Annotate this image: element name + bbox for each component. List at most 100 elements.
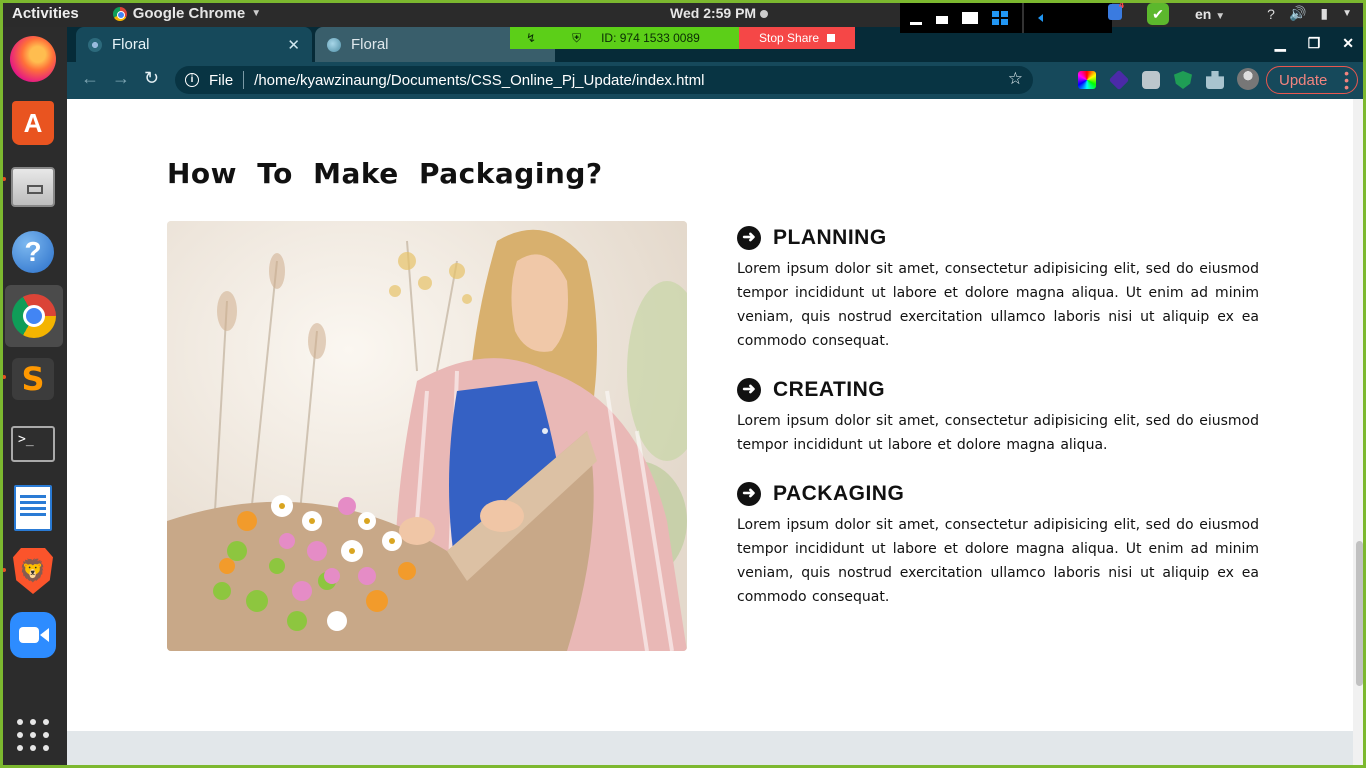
purple-extension-icon[interactable] bbox=[1108, 69, 1130, 91]
tab-floral-active[interactable]: Floral ✕ bbox=[76, 27, 312, 62]
show-applications-button[interactable] bbox=[9, 711, 57, 759]
language-indicator[interactable]: en ▼ bbox=[1195, 6, 1225, 22]
step-creating: ➜ CREATING Lorem ipsum dolor sit amet, c… bbox=[737, 377, 1259, 457]
page-viewport: How To Make Packaging? ➜ PLANNING Lorem … bbox=[67, 99, 1366, 768]
browser-window: Floral ✕ Floral ▁ ❐ ✕ ← → ↻ i File /home… bbox=[67, 27, 1366, 768]
restore-window-icon[interactable]: ❐ bbox=[1308, 35, 1321, 52]
dock-software-store[interactable]: A bbox=[9, 99, 57, 147]
bookmark-star-icon[interactable]: ☆ bbox=[1008, 69, 1023, 89]
dock-chrome[interactable] bbox=[5, 285, 63, 347]
dock-zoom[interactable] bbox=[9, 611, 57, 659]
firefox-icon bbox=[10, 36, 56, 82]
scrollbar-thumb[interactable] bbox=[1356, 541, 1363, 686]
arrow-right-circle-icon: ➜ bbox=[737, 482, 761, 506]
close-tab-icon[interactable]: ✕ bbox=[287, 36, 300, 54]
chrome-small-icon bbox=[112, 6, 127, 21]
small-view-icon[interactable] bbox=[936, 16, 948, 24]
dock-writer[interactable] bbox=[9, 484, 57, 532]
page-favicon-icon bbox=[327, 37, 341, 52]
grid-view-icon[interactable] bbox=[992, 11, 1008, 25]
software-store-icon: A bbox=[12, 101, 54, 145]
screen-share-bar: ↯ ⛨ ID: 974 1533 0089 Stop Share bbox=[510, 27, 855, 49]
menu-kebab-icon: • • • bbox=[1344, 65, 1349, 95]
stop-share-button[interactable]: Stop Share bbox=[739, 27, 855, 49]
address-scheme: File bbox=[209, 71, 234, 89]
minimize-view-icon[interactable] bbox=[910, 21, 922, 25]
volume-icon[interactable]: 🔊 bbox=[1289, 5, 1306, 22]
check-icon[interactable]: ✔ bbox=[1147, 2, 1169, 25]
arrow-right-circle-icon: ➜ bbox=[737, 226, 761, 250]
step-description: Lorem ipsum dolor sit amet, consectetur … bbox=[737, 517, 1259, 605]
app-menu[interactable]: Google Chrome ▼ bbox=[112, 5, 262, 22]
extensions-puzzle-icon[interactable] bbox=[1206, 71, 1224, 89]
footer-section bbox=[67, 731, 1353, 768]
close-window-icon[interactable]: ✕ bbox=[1342, 35, 1354, 52]
step-description: Lorem ipsum dolor sit amet, consectetur … bbox=[737, 413, 1259, 453]
address-path: /home/kyawzinaung/Documents/CSS_Online_P… bbox=[254, 71, 705, 89]
step-heading: ➜ CREATING bbox=[737, 377, 1259, 403]
page-favicon-icon bbox=[88, 37, 102, 52]
dock-brave[interactable]: 🦁 bbox=[9, 547, 57, 595]
tab-title: Floral bbox=[112, 36, 150, 53]
minimize-window-icon[interactable]: ▁ bbox=[1275, 35, 1286, 52]
dock-firefox[interactable] bbox=[9, 35, 57, 83]
running-indicator bbox=[2, 375, 6, 379]
step-heading: ➜ PACKAGING bbox=[737, 481, 1259, 507]
camera-extension-icon[interactable] bbox=[1142, 71, 1160, 89]
writer-icon bbox=[14, 485, 52, 531]
chrome-icon bbox=[12, 294, 56, 338]
running-indicator bbox=[2, 177, 6, 181]
step-packaging: ➜ PACKAGING Lorem ipsum dolor sit amet, … bbox=[737, 481, 1259, 609]
page-title: How To Make Packaging? bbox=[167, 157, 603, 190]
update-button[interactable]: Update • • • bbox=[1266, 66, 1358, 94]
step-planning: ➜ PLANNING Lorem ipsum dolor sit amet, c… bbox=[737, 225, 1259, 353]
help-icon: ? bbox=[12, 231, 54, 273]
collapse-arrow-icon[interactable] bbox=[1038, 14, 1043, 22]
terminal-icon: >_ bbox=[11, 426, 55, 462]
stop-square-icon bbox=[827, 34, 836, 42]
step-title: CREATING bbox=[773, 378, 886, 401]
help-tray-icon[interactable]: ? bbox=[1267, 6, 1275, 22]
forward-arrow-icon[interactable]: → bbox=[112, 68, 130, 89]
clock[interactable]: Wed 2:59 PM bbox=[670, 5, 769, 21]
notification-badge-icon[interactable]: 4 bbox=[1108, 0, 1124, 20]
update-label: Update bbox=[1279, 71, 1328, 89]
step-description: Lorem ipsum dolor sit amet, consectetur … bbox=[737, 261, 1259, 349]
share-status: ↯ ⛨ ID: 974 1533 0089 bbox=[510, 27, 739, 49]
security-shield-icon: ⛨ bbox=[572, 30, 582, 45]
dock: A ? S >_ 🦁 bbox=[0, 27, 67, 768]
divider bbox=[1022, 3, 1024, 33]
address-bar[interactable]: i File /home/kyawzinaung/Documents/CSS_O… bbox=[175, 66, 1033, 94]
shield-extension-icon[interactable] bbox=[1174, 71, 1192, 89]
window-controls: ▁ ❐ ✕ bbox=[1275, 35, 1354, 52]
dock-help[interactable]: ? bbox=[9, 228, 57, 276]
reload-icon[interactable]: ↻ bbox=[144, 68, 159, 89]
step-title: PLANNING bbox=[773, 226, 887, 249]
profile-avatar[interactable] bbox=[1237, 68, 1259, 90]
divider bbox=[243, 71, 245, 89]
power-menu-chevron-icon[interactable]: ▼ bbox=[1342, 8, 1352, 19]
scrollbar[interactable] bbox=[1353, 99, 1366, 768]
color-picker-extension-icon[interactable] bbox=[1078, 71, 1096, 89]
info-icon[interactable]: i bbox=[185, 73, 199, 87]
notification-dot-icon bbox=[760, 10, 769, 19]
zoom-icon bbox=[10, 612, 56, 658]
stop-share-label: Stop Share bbox=[759, 31, 820, 45]
back-arrow-icon[interactable]: ← bbox=[81, 68, 99, 89]
browser-toolbar: ← → ↻ i File /home/kyawzinaung/Documents… bbox=[67, 62, 1366, 99]
dock-files[interactable] bbox=[9, 163, 57, 211]
meeting-id: ID: 974 1533 0089 bbox=[601, 31, 700, 45]
activities-button[interactable]: Activities bbox=[12, 5, 79, 22]
language-label: en bbox=[1195, 5, 1212, 22]
notification-count: 4 bbox=[1118, 0, 1124, 10]
chevron-down-icon: ▼ bbox=[251, 8, 262, 19]
florist-wrapping-bouquet-image bbox=[167, 221, 687, 651]
share-tool-panel bbox=[900, 3, 1112, 33]
large-view-icon[interactable] bbox=[962, 12, 978, 24]
dock-sublime-text[interactable]: S bbox=[9, 355, 57, 403]
dock-terminal[interactable]: >_ bbox=[9, 420, 57, 468]
app-menu-label: Google Chrome bbox=[132, 5, 246, 22]
battery-icon[interactable]: ▮ bbox=[1320, 5, 1328, 22]
brave-icon: 🦁 bbox=[13, 548, 53, 594]
chevron-down-icon: ▼ bbox=[1215, 10, 1226, 22]
